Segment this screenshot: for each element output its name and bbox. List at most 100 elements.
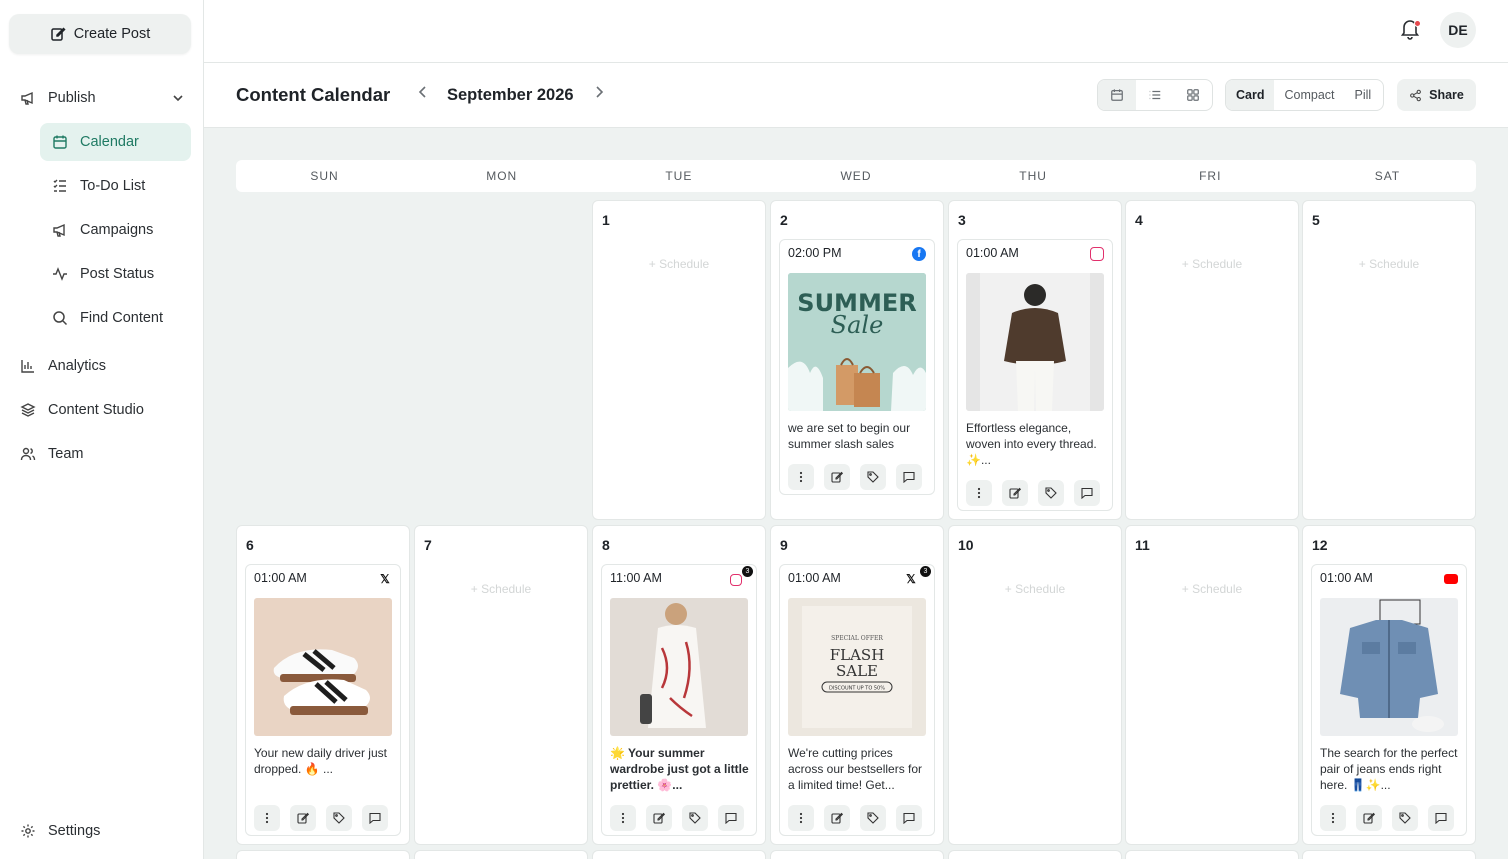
- calendar-view-button[interactable]: [1098, 80, 1136, 110]
- schedule-link[interactable]: + Schedule: [1303, 257, 1475, 271]
- post-thumbnail[interactable]: [1320, 598, 1458, 736]
- calendar-icon: [1111, 89, 1123, 101]
- more-vertical-icon: [265, 812, 269, 824]
- share-label: Share: [1429, 88, 1464, 102]
- edit-button[interactable]: [824, 464, 850, 490]
- sidebar-item-label: Publish: [48, 90, 96, 106]
- edit-button[interactable]: [646, 805, 672, 831]
- schedule-link[interactable]: + Schedule: [415, 582, 587, 596]
- edit-button[interactable]: [1356, 805, 1382, 831]
- list-view-button[interactable]: [1136, 80, 1174, 110]
- tag-button[interactable]: [1038, 480, 1064, 506]
- post-thumbnail[interactable]: SUMMER Sale: [788, 273, 926, 411]
- sidebar-item-campaigns[interactable]: Campaigns: [40, 211, 191, 249]
- day-cell-9[interactable]: 9 01:00 AM 𝕏 3 SPECIAL OFFER FLASH SALE …: [770, 525, 944, 845]
- post-thumbnail[interactable]: [966, 273, 1104, 411]
- day-cell-11[interactable]: 11 + Schedule: [1125, 525, 1299, 845]
- edit-button[interactable]: [824, 805, 850, 831]
- post-card[interactable]: 01:00 AM Effortless elegance, woven into…: [957, 239, 1113, 511]
- sidebar-item-post-status[interactable]: Post Status: [40, 255, 191, 293]
- tag-button[interactable]: [1392, 805, 1418, 831]
- day-cell-6[interactable]: 6 01:00 AM 𝕏 Your new daily driver just …: [236, 525, 410, 845]
- post-card[interactable]: 02:00 PM f SUMMER Sale we are set to beg…: [779, 239, 935, 495]
- comment-icon: [1081, 487, 1093, 499]
- comment-button[interactable]: [896, 464, 922, 490]
- post-thumbnail[interactable]: [610, 598, 748, 736]
- schedule-link[interactable]: + Schedule: [593, 257, 765, 271]
- post-thumbnail[interactable]: SPECIAL OFFER FLASH SALE DISCOUNT UP TO …: [788, 598, 926, 736]
- card-style-button[interactable]: Card: [1226, 80, 1275, 110]
- day-cell-3[interactable]: 3 01:00 AM Effortless elegance, woven in…: [948, 200, 1122, 520]
- day-cell-next-row: [1302, 850, 1476, 859]
- comment-button[interactable]: [1074, 480, 1100, 506]
- comment-button[interactable]: [896, 805, 922, 831]
- day-cell-10[interactable]: 10 + Schedule: [948, 525, 1122, 845]
- x-icon: 𝕏: [380, 572, 390, 586]
- edit-button[interactable]: [290, 805, 316, 831]
- post-thumbnail[interactable]: [254, 598, 392, 736]
- tag-button[interactable]: [326, 805, 352, 831]
- post-card[interactable]: 01:00 AM 𝕏 Your new daily driver just dr…: [245, 564, 401, 836]
- search-icon: [53, 311, 68, 326]
- sidebar-item-label: Find Content: [80, 310, 164, 326]
- day-cell-2[interactable]: 2 02:00 PM f SUMMER Sale we are set to b…: [770, 200, 944, 520]
- sidebar-item-analytics[interactable]: Analytics: [20, 347, 186, 385]
- megaphone-icon: [53, 223, 65, 237]
- sidebar-item-team[interactable]: Team: [20, 435, 186, 473]
- tag-button[interactable]: [860, 464, 886, 490]
- pill-style-button[interactable]: Pill: [1345, 80, 1382, 110]
- comment-button[interactable]: [362, 805, 388, 831]
- schedule-link[interactable]: + Schedule: [1126, 257, 1298, 271]
- comment-button[interactable]: [718, 805, 744, 831]
- weekday-label: WED: [840, 169, 872, 183]
- day-cell-4[interactable]: 4 + Schedule: [1125, 200, 1299, 520]
- comment-icon: [725, 812, 737, 824]
- count-badge: 3: [742, 566, 753, 577]
- grid-view-button[interactable]: [1174, 80, 1212, 110]
- post-card[interactable]: 01:00 AM The search for the perfect pair…: [1311, 564, 1467, 836]
- edit-icon: [831, 812, 843, 824]
- post-time: 01:00 AM: [966, 246, 1019, 260]
- next-month-button[interactable]: [590, 85, 608, 105]
- post-time: 01:00 AM: [1320, 571, 1373, 585]
- prev-month-button[interactable]: [414, 85, 432, 105]
- edit-button[interactable]: [1002, 480, 1028, 506]
- edit-icon: [831, 471, 843, 483]
- post-card[interactable]: 11:00 AM 3 🌟 Your summer wardrobe just g…: [601, 564, 757, 836]
- avatar[interactable]: DE: [1440, 12, 1476, 48]
- more-button[interactable]: [788, 805, 814, 831]
- more-button[interactable]: [966, 480, 992, 506]
- sidebar-item-content-studio[interactable]: Content Studio: [20, 391, 186, 429]
- more-button[interactable]: [788, 464, 814, 490]
- flash-sale-image: SPECIAL OFFER FLASH SALE DISCOUNT UP TO …: [788, 598, 926, 736]
- share-icon: [1410, 89, 1422, 101]
- post-card[interactable]: 01:00 AM 𝕏 3 SPECIAL OFFER FLASH SALE DI…: [779, 564, 935, 836]
- schedule-link[interactable]: + Schedule: [1126, 582, 1298, 596]
- day-cell-1[interactable]: 1 + Schedule: [592, 200, 766, 520]
- create-post-button[interactable]: Create Post: [9, 14, 191, 54]
- post-caption: Your new daily driver just dropped. 🔥 ..…: [254, 746, 387, 776]
- sidebar-item-publish[interactable]: Publish: [20, 79, 186, 117]
- sidebar-item-todo[interactable]: To-Do List: [40, 167, 191, 205]
- sidebar-item-label: To-Do List: [80, 178, 146, 194]
- tag-button[interactable]: [860, 805, 886, 831]
- more-button[interactable]: [254, 805, 280, 831]
- comment-button[interactable]: [1428, 805, 1454, 831]
- day-cell-8[interactable]: 8 11:00 AM 3 🌟 Your summer wardrobe just…: [592, 525, 766, 845]
- day-cell-12[interactable]: 12 01:00 AM The search for the perfect p…: [1302, 525, 1476, 845]
- sidebar-item-find-content[interactable]: Find Content: [40, 299, 191, 337]
- compact-style-button[interactable]: Compact: [1274, 80, 1344, 110]
- share-button[interactable]: Share: [1397, 79, 1476, 111]
- sidebar-item-calendar[interactable]: Calendar: [40, 123, 191, 161]
- notifications-button[interactable]: [1400, 18, 1422, 42]
- day-cell-7[interactable]: 7 + Schedule: [414, 525, 588, 845]
- day-number: 5: [1312, 212, 1320, 228]
- more-button[interactable]: [1320, 805, 1346, 831]
- tag-button[interactable]: [682, 805, 708, 831]
- thumb-text: SALE: [836, 662, 878, 680]
- day-cell-5[interactable]: 5 + Schedule: [1302, 200, 1476, 520]
- more-button[interactable]: [610, 805, 636, 831]
- sidebar-item-settings[interactable]: Settings: [20, 812, 186, 850]
- day-number: 8: [602, 537, 610, 553]
- schedule-link[interactable]: + Schedule: [949, 582, 1121, 596]
